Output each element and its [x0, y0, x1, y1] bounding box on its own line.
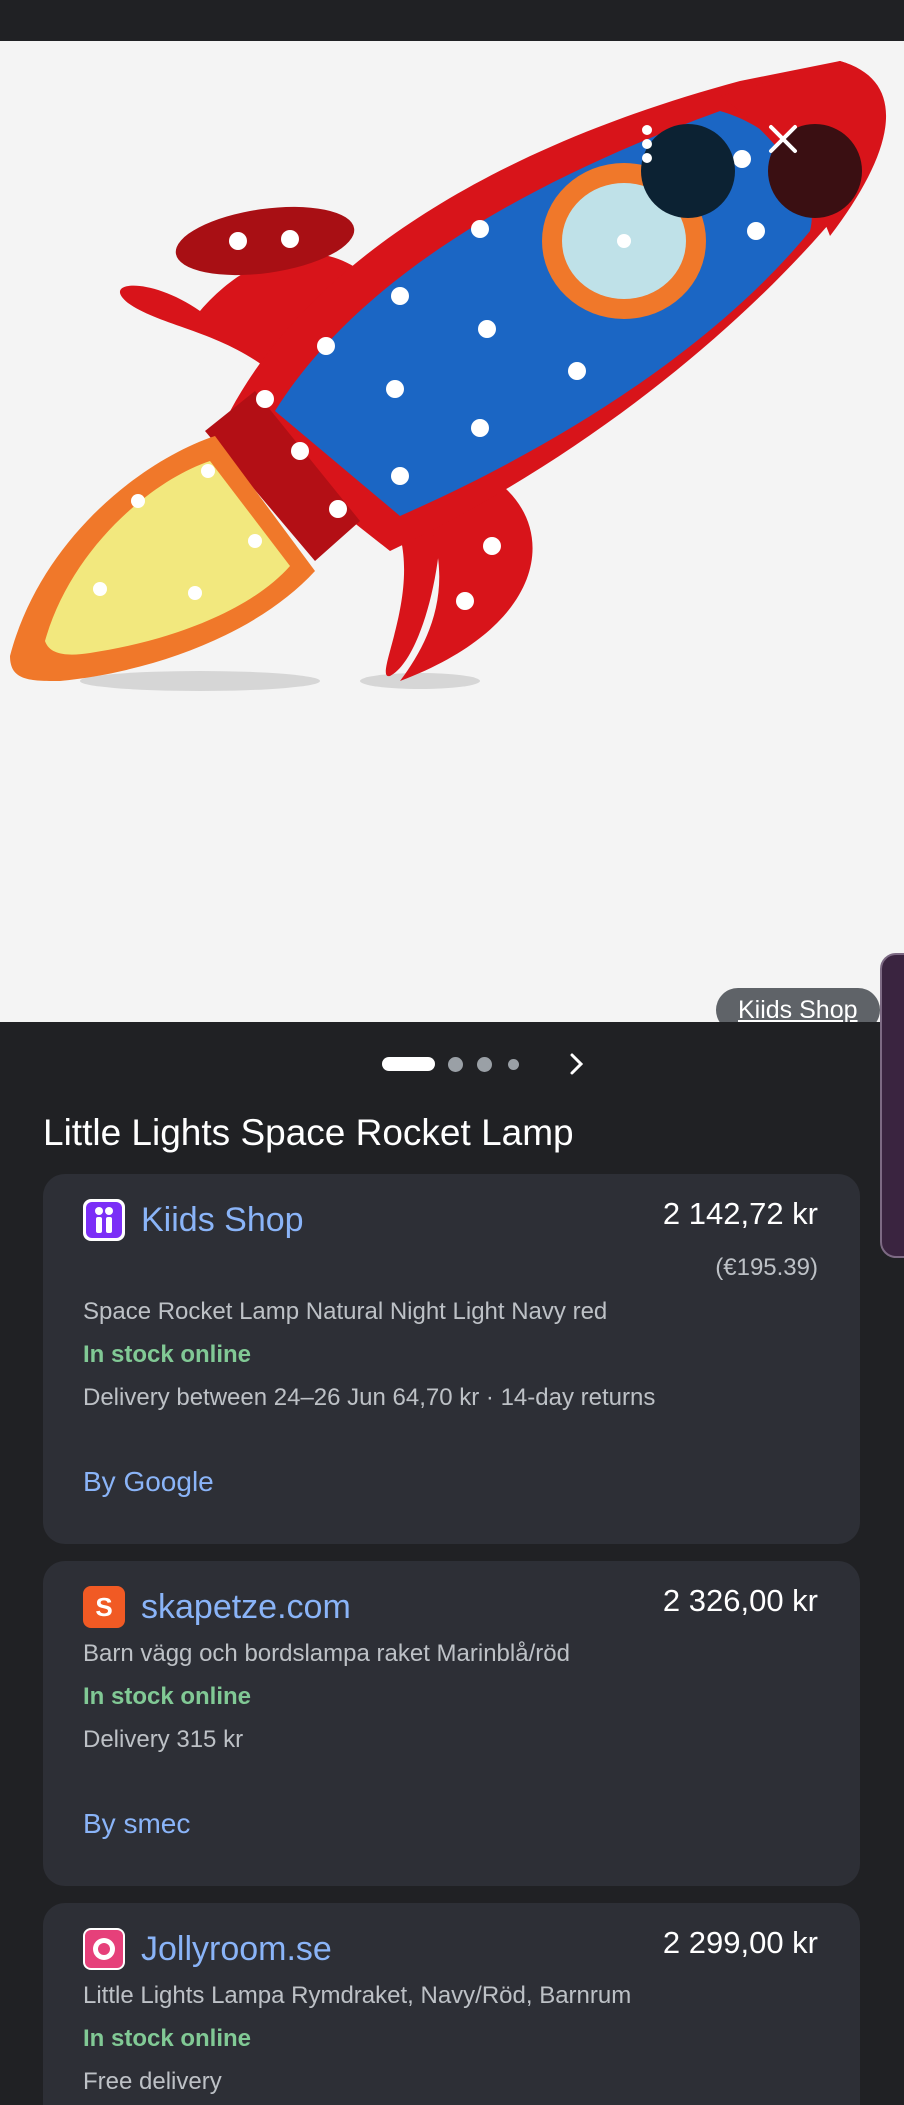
carousel-dot[interactable]	[448, 1057, 463, 1072]
merchant-row[interactable]: Jollyroom.se	[83, 1927, 332, 1971]
delivery-info: Delivery between 24–26 Jun 64,70 kr · 14…	[83, 1384, 656, 1411]
offer-price: 2 299,00 kr	[662, 1925, 818, 1960]
seller-link[interactable]: By smec	[83, 1808, 190, 1840]
merchant-name[interactable]: Kiids Shop	[141, 1201, 304, 1240]
offer-description: Barn vägg och bordslampa raket Marinblå/…	[83, 1640, 570, 1667]
status-bar	[0, 0, 904, 41]
skapetze-logo-icon: S	[83, 1586, 125, 1628]
offer-description: Space Rocket Lamp Natural Night Light Na…	[83, 1298, 608, 1325]
offer-price: 2 326,00 kr	[662, 1583, 818, 1618]
more-vert-icon	[642, 125, 652, 163]
product-title: Little Lights Space Rocket Lamp	[43, 1112, 574, 1153]
delivery-info: Delivery 315 kr	[83, 1726, 244, 1753]
offer-price: 2 142,72 kr	[662, 1196, 818, 1231]
chevron-right-icon[interactable]	[564, 1052, 588, 1076]
carousel-dot[interactable]	[508, 1059, 519, 1070]
merchant-name[interactable]: Jollyroom.se	[141, 1930, 332, 1969]
close-icon	[769, 125, 797, 153]
merchant-row[interactable]: S skapetze.com	[83, 1585, 351, 1629]
delivery-info: Free delivery	[83, 2068, 222, 2095]
product-image[interactable]: Kiids Shop	[0, 41, 904, 1022]
offer-card[interactable]: Jollyroom.se 2 299,00 kr Little Lights L…	[43, 1903, 860, 2105]
offer-card[interactable]: Kiids Shop 2 142,72 kr (€195.39) Space R…	[43, 1174, 860, 1544]
more-options-button[interactable]	[641, 124, 735, 218]
stock-status: In stock online	[83, 2025, 252, 2052]
merchant-row[interactable]: Kiids Shop	[83, 1198, 304, 1242]
jollyroom-logo-icon	[83, 1928, 125, 1970]
kiids-shop-logo-icon	[83, 1199, 125, 1241]
offer-price-converted: (€195.39)	[715, 1254, 818, 1281]
rocket-lamp-illustration	[10, 61, 887, 691]
stock-status: In stock online	[83, 1341, 252, 1368]
stock-status: In stock online	[83, 1683, 252, 1710]
seller-link[interactable]: By Google	[83, 1466, 214, 1498]
image-source-link[interactable]: Kiids Shop	[716, 988, 880, 1022]
carousel-dot-active[interactable]	[382, 1057, 435, 1071]
side-panel-peek[interactable]	[880, 953, 904, 1258]
image-carousel-indicator	[0, 1052, 904, 1076]
close-button[interactable]	[768, 124, 862, 218]
carousel-dot[interactable]	[477, 1057, 492, 1072]
offer-card[interactable]: S skapetze.com 2 326,00 kr Barn vägg och…	[43, 1561, 860, 1886]
offer-description: Little Lights Lampa Rymdraket, Navy/Röd,…	[83, 1982, 632, 2009]
merchant-name[interactable]: skapetze.com	[141, 1588, 351, 1627]
